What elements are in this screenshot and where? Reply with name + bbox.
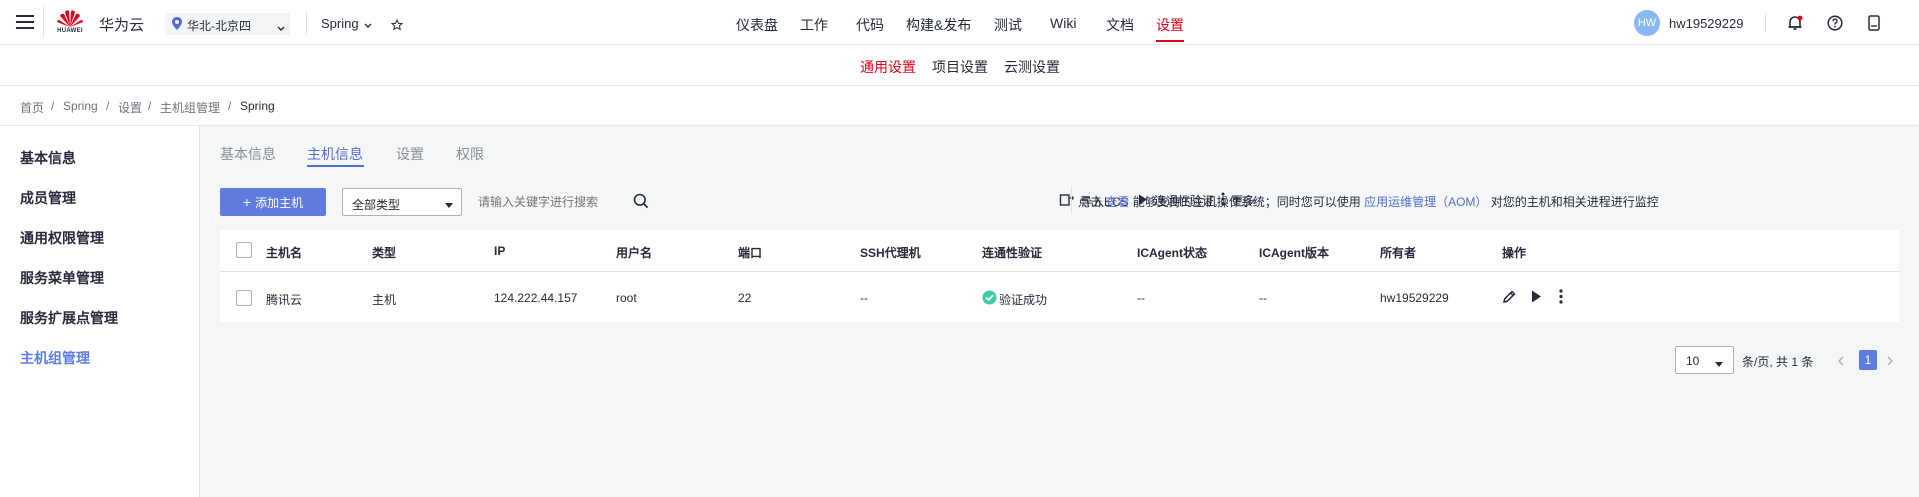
- region-selector[interactable]: 华北-北京四: [165, 13, 290, 35]
- nav-code[interactable]: 代码: [856, 15, 884, 35]
- help-icon[interactable]: [1827, 15, 1843, 34]
- star-icon[interactable]: [390, 18, 404, 34]
- toolbar-divider: [1071, 186, 1072, 214]
- hint-middle: 能够支持的主机操作系统；同时您可以使用: [1132, 195, 1361, 209]
- run-icon[interactable]: [1531, 290, 1542, 306]
- breadcrumb-project[interactable]: Spring: [63, 99, 98, 113]
- pagination-summary: 条/页, 共 1 条: [1742, 355, 1814, 369]
- tab-host-info[interactable]: 主机信息: [307, 144, 363, 164]
- chevron-down-icon: [277, 21, 285, 35]
- page-number-current[interactable]: 1: [1859, 350, 1877, 370]
- sidebar-item-members[interactable]: 成员管理: [20, 188, 76, 208]
- subnav-project-settings[interactable]: 项目设置: [932, 57, 988, 77]
- breadcrumb-current: Spring: [240, 99, 275, 113]
- project-selector[interactable]: Spring: [321, 16, 372, 32]
- chevron-down-icon: [364, 17, 372, 32]
- nav-build-release[interactable]: 构建&发布: [906, 15, 971, 35]
- page-size-select[interactable]: 10: [1675, 346, 1734, 374]
- add-host-button[interactable]: + 添加主机: [220, 188, 326, 216]
- nav-docs[interactable]: 文档: [1106, 15, 1134, 35]
- caret-down-icon: [1715, 357, 1723, 371]
- cell-icagent-version: --: [1259, 291, 1267, 305]
- next-page-icon[interactable]: [1887, 355, 1894, 369]
- edit-icon[interactable]: [1502, 289, 1517, 307]
- tab-basic-info[interactable]: 基本信息: [220, 144, 276, 164]
- more-actions-icon[interactable]: [1559, 289, 1563, 307]
- cell-ssh-proxy: --: [860, 291, 868, 305]
- caret-down-icon: [445, 198, 453, 212]
- subnav-general-settings[interactable]: 通用设置: [860, 57, 916, 77]
- aom-link[interactable]: 应用运维管理（AOM）: [1364, 195, 1487, 209]
- breadcrumb-settings[interactable]: 设置: [118, 99, 142, 116]
- prev-page-icon[interactable]: [1837, 355, 1844, 369]
- sidebar-item-host-groups[interactable]: 主机组管理: [20, 348, 90, 368]
- host-type-select[interactable]: 全部类型: [342, 188, 462, 216]
- search-input[interactable]: [476, 188, 620, 216]
- search-icon[interactable]: [633, 193, 649, 212]
- hint-prefix: 点击: [1078, 195, 1103, 209]
- cell-icagent-status: --: [1137, 291, 1145, 305]
- page-size-value: 10: [1686, 354, 1700, 368]
- cell-connectivity: 验证成功: [999, 293, 1048, 307]
- check-circle-icon: [982, 290, 997, 308]
- cell-username: root: [616, 291, 637, 305]
- cell-hostname: 腾讯云: [266, 293, 303, 307]
- nav-work[interactable]: 工作: [800, 15, 828, 35]
- mobile-icon[interactable]: [1868, 15, 1880, 34]
- huawei-logo[interactable]: HUAWEI: [54, 8, 86, 40]
- nav-dashboard[interactable]: 仪表盘: [736, 15, 778, 35]
- username[interactable]: hw19529229: [1669, 16, 1743, 31]
- logo-text: HUAWEI: [57, 28, 83, 34]
- breadcrumb-separator: /: [51, 99, 55, 113]
- nav-test[interactable]: 测试: [994, 15, 1022, 35]
- breadcrumb-hostgroup[interactable]: 主机组管理: [160, 99, 220, 116]
- sidebar-item-service-menu[interactable]: 服务菜单管理: [20, 268, 104, 288]
- view-os-link[interactable]: 查看: [1105, 195, 1129, 209]
- host-table: 主机名 类型 IP 用户名 端口 SSH代理机 连通性验证 ICAgent状态 …: [220, 230, 1899, 322]
- breadcrumb: 首页 / Spring / 设置 / 主机组管理 / Spring: [0, 86, 1919, 126]
- hint-suffix: 对您的主机和相关进程进行监控: [1490, 195, 1659, 209]
- sidebar-item-basic-info[interactable]: 基本信息: [20, 148, 76, 168]
- breadcrumb-home[interactable]: 首页: [20, 99, 44, 116]
- top-navigation-bar: HUAWEI 华为云 华北-北京四 Spring 仪表盘 工作 代码 构建&发布…: [0, 0, 1919, 45]
- sidebar-item-extension-points[interactable]: 服务扩展点管理: [20, 308, 118, 328]
- sidebar-item-permissions[interactable]: 通用权限管理: [20, 228, 104, 248]
- tab-permissions[interactable]: 权限: [456, 144, 484, 164]
- cell-type: 主机: [372, 293, 397, 307]
- table-row: 腾讯云 主机 124.222.44.157 root 22 -- 验证成功 --…: [220, 230, 1899, 322]
- menu-icon[interactable]: [16, 14, 34, 30]
- cell-owner: hw19529229: [1380, 291, 1449, 305]
- add-host-label: 添加主机: [255, 195, 304, 210]
- settings-sidebar: 基本信息 成员管理 通用权限管理 服务菜单管理 服务扩展点管理 主机组管理: [0, 126, 200, 497]
- project-name: Spring: [321, 16, 359, 31]
- cell-ip: 124.222.44.157: [494, 291, 578, 305]
- nav-settings[interactable]: 设置: [1156, 15, 1184, 35]
- row-checkbox[interactable]: [236, 290, 252, 306]
- main-content: 基本信息 主机信息 设置 权限 + 添加主机 全部类型 导入ECS 连通性验证 …: [200, 126, 1919, 497]
- nav-active-indicator: [1156, 40, 1184, 42]
- breadcrumb-separator: /: [228, 99, 232, 113]
- brand-name[interactable]: 华为云: [99, 14, 144, 35]
- breadcrumb-separator: /: [106, 99, 110, 113]
- help-hint: 点击 查看 能够支持的主机操作系统；同时您可以使用 应用运维管理（AOM） 对您…: [1078, 193, 1659, 210]
- breadcrumb-separator: /: [148, 99, 152, 113]
- subnav-cloudtest-settings[interactable]: 云测设置: [1004, 57, 1060, 77]
- user-avatar[interactable]: HW: [1634, 10, 1660, 36]
- tab-active-indicator: [307, 165, 364, 167]
- bell-icon[interactable]: [1787, 15, 1803, 34]
- cell-port: 22: [738, 291, 752, 305]
- tab-settings[interactable]: 设置: [396, 144, 424, 164]
- settings-subnav: 通用设置 项目设置 云测设置: [0, 45, 1919, 86]
- nav-wiki[interactable]: Wiki: [1050, 15, 1076, 31]
- location-pin-icon: [172, 17, 182, 33]
- plus-icon: +: [242, 194, 252, 210]
- host-type-value: 全部类型: [352, 198, 401, 212]
- region-label: 华北-北京四: [187, 19, 251, 33]
